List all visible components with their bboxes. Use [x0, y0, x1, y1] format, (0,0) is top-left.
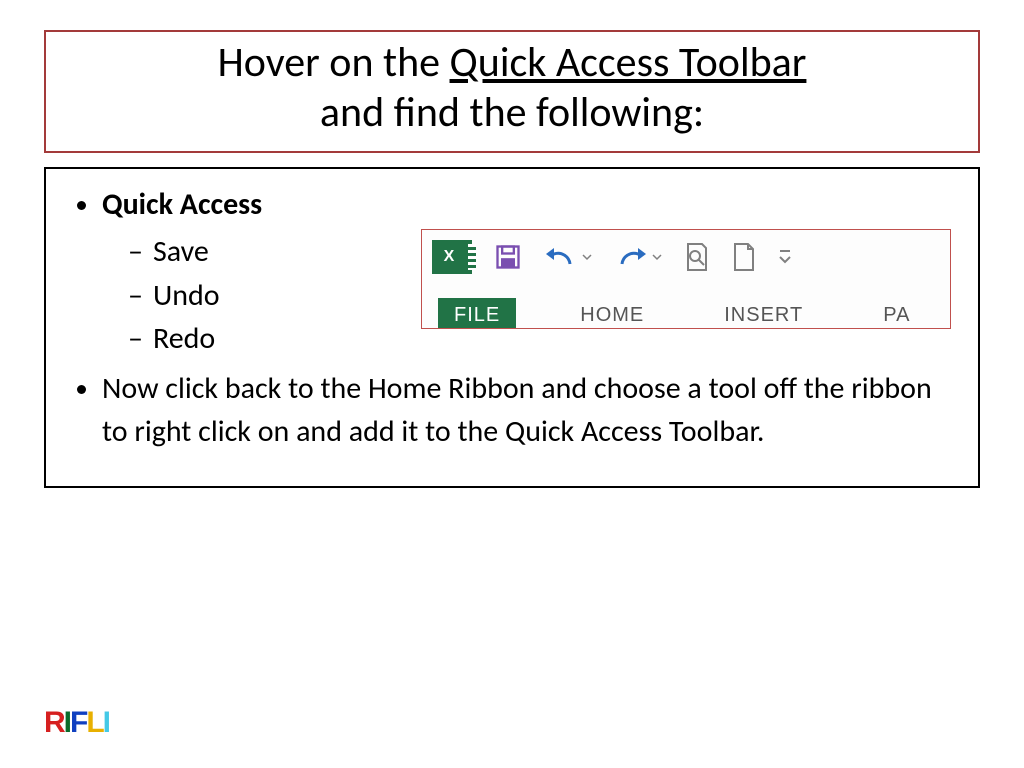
new-document-icon[interactable] — [732, 242, 756, 272]
list-item: Now click back to the Home Ribbon and ch… — [102, 367, 956, 454]
title-line2: and find the following: — [56, 88, 968, 138]
excel-ribbon-thumbnail: X — [421, 229, 951, 329]
undo-dropdown-icon[interactable] — [582, 252, 592, 262]
tab-truncated[interactable]: PA — [867, 298, 926, 329]
ribbon-tabs-row: FILE HOME INSERT PA — [422, 284, 950, 329]
tab-file[interactable]: FILE — [438, 298, 516, 329]
logo-letter: I — [103, 706, 109, 740]
slide-container: Hover on the Quick Access Toolbar and fi… — [0, 0, 1024, 488]
logo-letter: F — [70, 706, 86, 740]
title-underlined: Quick Access Toolbar — [450, 37, 807, 88]
undo-icon[interactable] — [544, 244, 592, 270]
slide-body-box: Quick Access Save Undo Redo Now click ba… — [44, 167, 980, 488]
redo-dropdown-icon[interactable] — [652, 252, 662, 262]
customize-toolbar-icon[interactable] — [778, 247, 792, 267]
excel-app-icon: X — [432, 240, 472, 274]
slide-title-box: Hover on the Quick Access Toolbar and fi… — [44, 30, 980, 153]
tab-insert[interactable]: INSERT — [708, 298, 819, 329]
logo-letter: R — [44, 706, 64, 740]
print-preview-icon[interactable] — [684, 242, 710, 272]
quick-access-heading: Quick Access — [102, 186, 262, 223]
rifli-logo: R I F L I — [44, 706, 109, 740]
quick-access-toolbar-row: X — [422, 230, 950, 284]
excel-app-letter: X — [444, 245, 455, 268]
logo-letter: L — [86, 706, 102, 740]
tab-home[interactable]: HOME — [564, 298, 660, 329]
redo-icon[interactable] — [614, 244, 662, 270]
save-icon[interactable] — [494, 243, 522, 271]
title-prefix: Hover on the — [218, 37, 450, 88]
